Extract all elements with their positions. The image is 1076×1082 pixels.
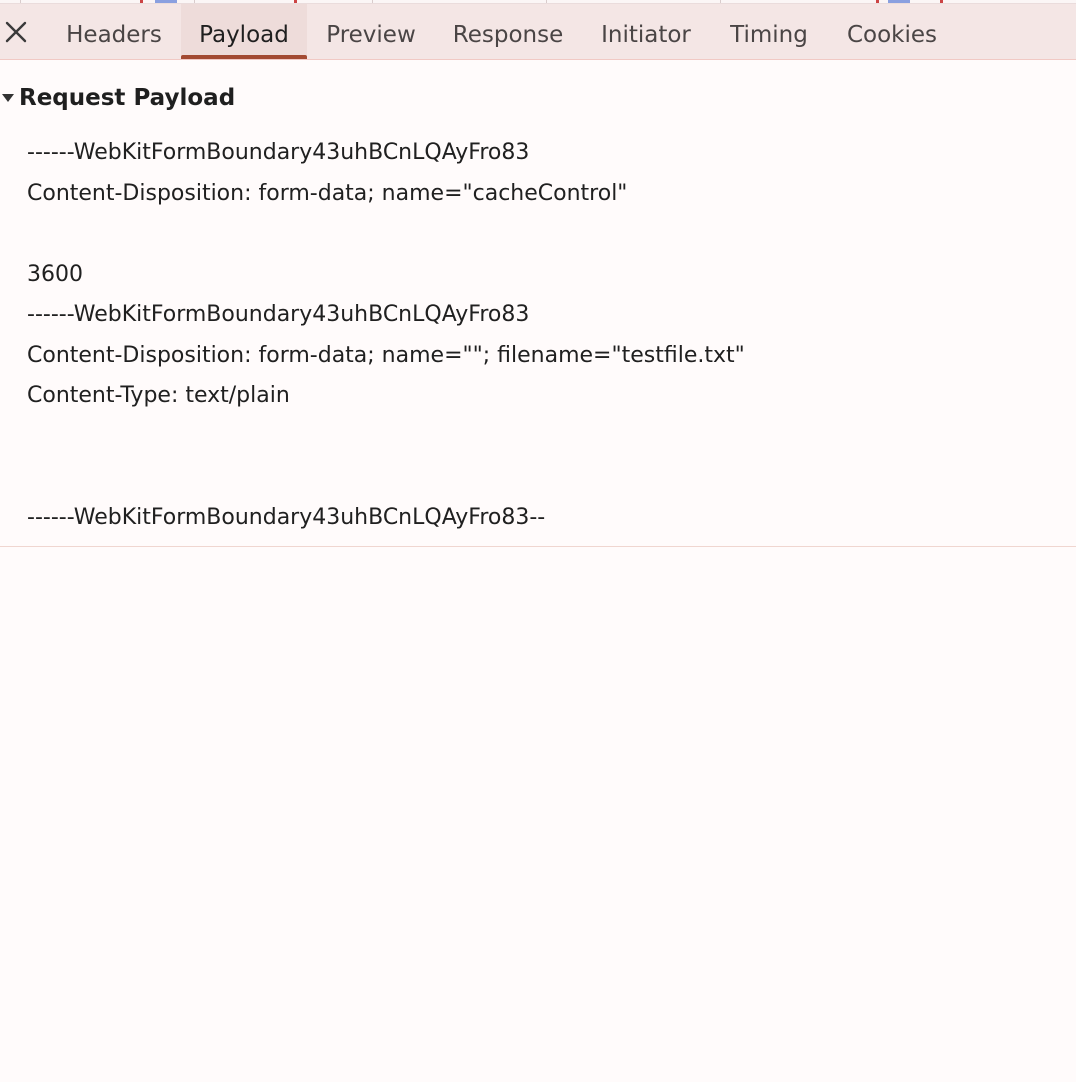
waterfall-bar [888, 0, 910, 3]
waterfall-mark [940, 0, 943, 3]
waterfall-mark [294, 0, 297, 3]
payload-line: Content-Disposition: form-data; name="ca… [27, 180, 628, 206]
tab-timing[interactable]: Timing [712, 4, 826, 59]
column-divider [20, 0, 21, 3]
request-payload-toggle[interactable]: Request Payload [0, 80, 235, 116]
tab-cookies[interactable]: Cookies [828, 4, 956, 59]
waterfall-mark [876, 0, 879, 3]
waterfall-mark [140, 0, 143, 3]
payload-body: ------WebKitFormBoundary43uhBCnLQAyFro83… [27, 133, 1057, 538]
payload-line: ------WebKitFormBoundary43uhBCnLQAyFro83 [27, 140, 530, 165]
column-divider [546, 0, 547, 3]
tab-preview[interactable]: Preview [308, 4, 434, 59]
column-divider [720, 0, 721, 3]
tab-headers[interactable]: Headers [48, 4, 180, 59]
close-button[interactable] [2, 18, 30, 46]
section-title: Request Payload [19, 85, 236, 111]
tab-initiator[interactable]: Initiator [582, 4, 710, 59]
payload-line [27, 214, 1057, 255]
payload-line: 3600 [27, 261, 83, 287]
triangle-down-icon [2, 94, 14, 102]
section-divider [0, 546, 1076, 547]
payload-line [27, 417, 1057, 458]
payload-line: ------WebKitFormBoundary43uhBCnLQAyFro83 [27, 302, 530, 327]
column-divider [372, 0, 373, 3]
payload-line: Content-Type: text/plain [27, 383, 290, 408]
payload-line: Content-Disposition: form-data; name="";… [27, 342, 745, 368]
details-tab-bar: Headers Payload Preview Response Initiat… [0, 4, 1076, 60]
close-icon [5, 21, 27, 43]
tab-payload[interactable]: Payload [181, 4, 307, 59]
column-divider [194, 0, 195, 3]
payload-line [27, 457, 1057, 498]
waterfall-bar [155, 0, 177, 3]
tab-response[interactable]: Response [436, 4, 580, 59]
payload-line: ------WebKitFormBoundary43uhBCnLQAyFro83… [27, 504, 546, 530]
